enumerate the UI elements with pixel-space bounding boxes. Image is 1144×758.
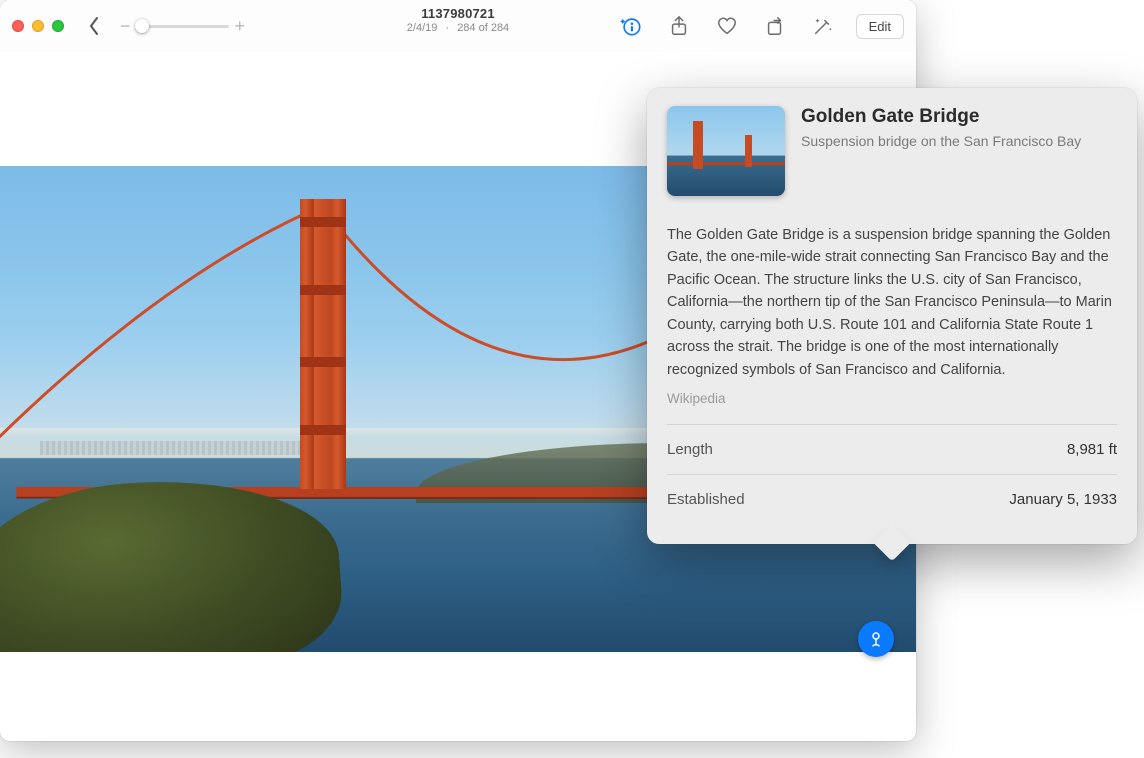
popover-subtitle: Suspension bridge on the San Francisco B… [801,132,1081,151]
popover-source: Wikipedia [667,391,1117,406]
popover-row-established: Established January 5, 1933 [667,475,1117,524]
popover-header: Golden Gate Bridge Suspension bridge on … [667,106,1117,196]
popover-row-length: Length 8,981 ft [667,425,1117,474]
popover-row-value: 8,981 ft [1067,441,1117,458]
chevron-left-icon [86,16,102,36]
magic-wand-icon [812,15,834,37]
favorite-button[interactable] [712,11,742,41]
popover-row-key: Length [667,441,713,458]
zoom-slider[interactable]: − + [120,16,245,37]
info-sparkle-icon [620,15,642,37]
enhance-button[interactable] [808,11,838,41]
photo-skyline [40,441,300,455]
titlebar: − + 1137980721 2/4/19 · 284 of 284 [0,0,916,52]
back-button[interactable] [80,12,108,40]
toolbar-right: Edit [616,11,904,41]
minimize-window-button[interactable] [32,20,44,32]
bridge-tower-near [300,199,346,489]
close-window-button[interactable] [12,20,24,32]
rotate-icon [764,15,786,37]
popover-row-key: Established [667,491,745,508]
rotate-button[interactable] [760,11,790,41]
zoom-in-icon[interactable]: + [235,16,246,37]
info-popover: Golden Gate Bridge Suspension bridge on … [647,88,1137,544]
fullscreen-window-button[interactable] [52,20,64,32]
location-pin-icon [867,630,885,648]
edit-button[interactable]: Edit [856,14,904,39]
photo-date: 2/4/19 [407,22,438,34]
location-badge[interactable] [858,621,894,657]
photo-counter: 284 of 284 [457,22,509,34]
zoom-knob[interactable] [135,19,149,33]
zoom-track[interactable] [137,25,229,28]
zoom-out-icon[interactable]: − [120,16,131,37]
window-controls [12,20,64,32]
info-button[interactable] [616,11,646,41]
separator-dot: · [445,22,449,34]
popover-description: The Golden Gate Bridge is a suspension b… [667,224,1117,381]
share-icon [668,15,690,37]
heart-icon [716,15,738,37]
popover-title: Golden Gate Bridge [801,106,1081,128]
popover-row-value: January 5, 1933 [1009,491,1117,508]
share-button[interactable] [664,11,694,41]
popover-thumbnail [667,106,785,196]
popover-title-block: Golden Gate Bridge Suspension bridge on … [801,106,1081,196]
